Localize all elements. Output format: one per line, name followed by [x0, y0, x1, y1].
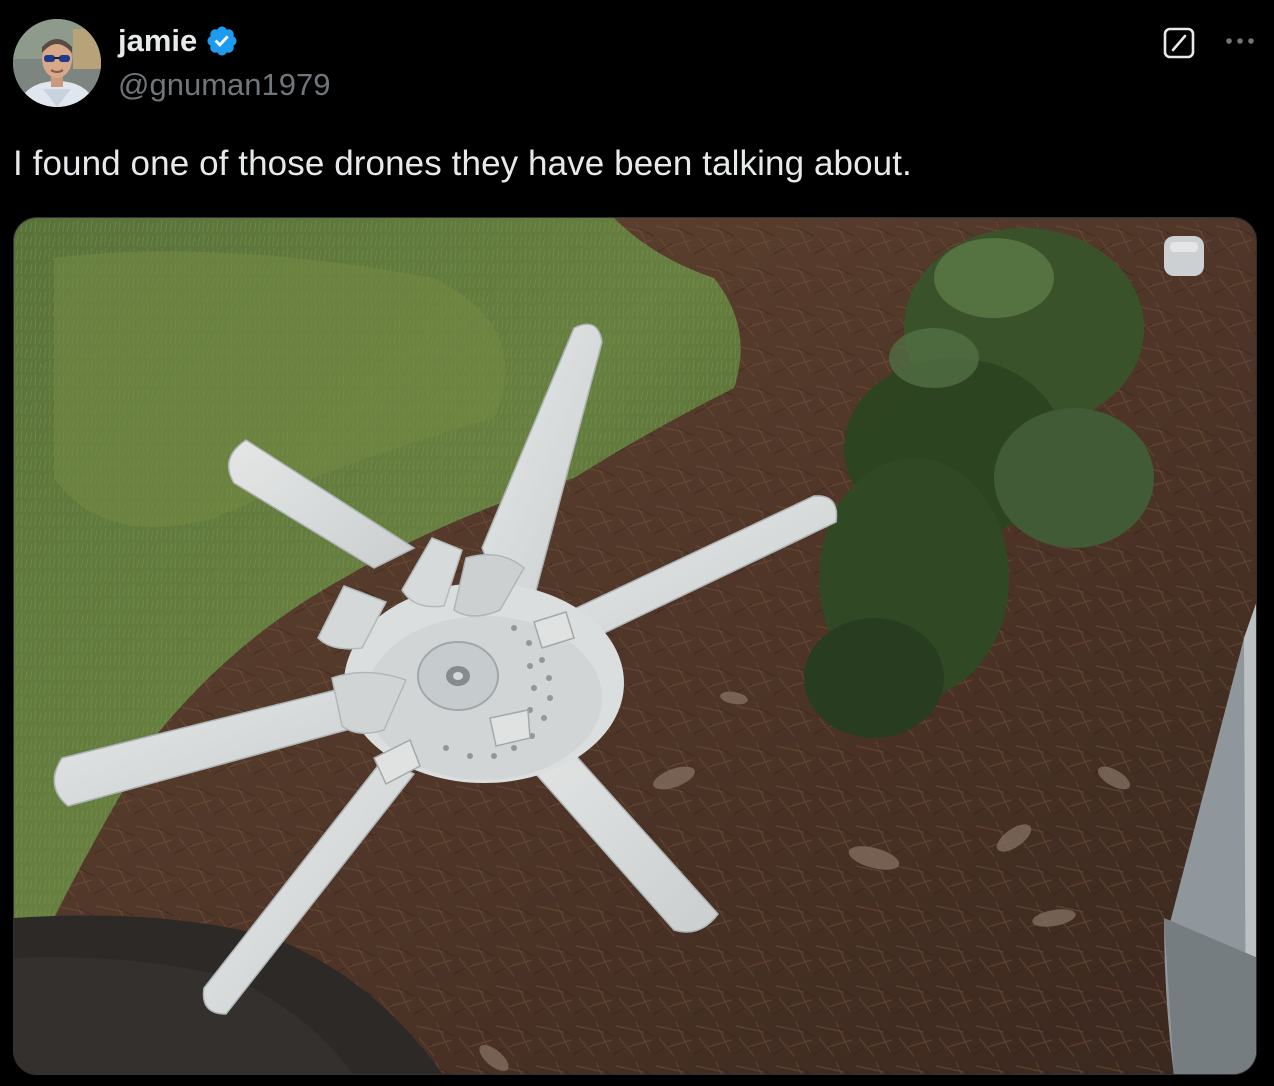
tweet-media-photo[interactable] [13, 217, 1257, 1075]
tweet: jamie @gnuman1979 I found one of those d… [0, 0, 1274, 1086]
author-display-name[interactable]: jamie [118, 22, 197, 60]
grok-icon [1163, 27, 1195, 59]
media-image [14, 218, 1256, 1074]
more-horizontal-icon [1226, 38, 1254, 44]
avatar[interactable] [13, 19, 101, 107]
more-button[interactable] [1222, 26, 1258, 56]
verified-badge-icon [207, 26, 237, 56]
grok-button[interactable] [1162, 26, 1196, 60]
avatar-image [13, 19, 101, 107]
tweet-text: I found one of those drones they have be… [13, 144, 912, 183]
author-name-row: jamie [118, 22, 239, 60]
author-handle[interactable]: @gnuman1979 [118, 66, 330, 104]
